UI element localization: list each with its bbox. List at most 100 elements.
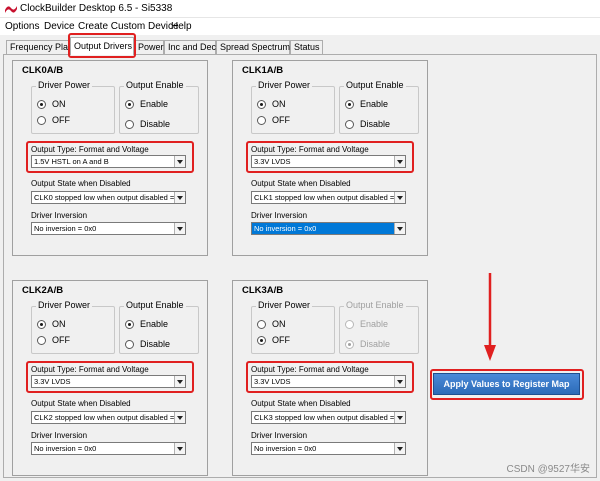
radio-icon bbox=[257, 99, 266, 109]
radio-icon bbox=[125, 339, 134, 349]
clk-panel-title: CLK1A/B bbox=[242, 65, 284, 76]
output-enable-label: Output Enable bbox=[344, 300, 406, 310]
radio-icon bbox=[37, 335, 46, 345]
app-logo-icon bbox=[5, 6, 17, 13]
driver-inversion-label: Driver Inversion bbox=[251, 431, 308, 440]
output-state-label: Output State when Disabled bbox=[251, 179, 351, 188]
clk-panel: CLK0A/B Driver Power ON OFF Output Enabl… bbox=[12, 60, 208, 256]
driver-power-group: Driver Power ON OFF bbox=[31, 80, 115, 134]
enable-radio[interactable]: Enable bbox=[125, 319, 168, 329]
radio-icon bbox=[257, 335, 266, 345]
driver-inversion-label: Driver Inversion bbox=[251, 211, 308, 220]
disable-radio[interactable]: Disable bbox=[125, 119, 170, 129]
output-state-value: CLK0 stopped low when output disabled = … bbox=[34, 193, 185, 202]
output-state-select[interactable]: CLK0 stopped low when output disabled = … bbox=[31, 191, 186, 204]
output-state-label: Output State when Disabled bbox=[31, 399, 131, 408]
driver-inversion-select[interactable]: No inversion = 0x0 bbox=[31, 222, 186, 235]
enable-label: Enable bbox=[360, 99, 389, 109]
disable-radio[interactable]: Disable bbox=[345, 119, 390, 129]
chevron-down-icon[interactable] bbox=[394, 443, 405, 454]
disable-radio[interactable]: Disable bbox=[125, 339, 170, 349]
radio-icon bbox=[125, 119, 134, 129]
radio-icon bbox=[125, 319, 134, 329]
power-off-radio[interactable]: OFF bbox=[37, 335, 70, 345]
tab-inc-and-dec[interactable]: Inc and Dec bbox=[164, 40, 216, 55]
annotation-box-output-type bbox=[26, 361, 194, 393]
power-on-label: ON bbox=[52, 99, 66, 109]
enable-radio[interactable]: Enable bbox=[125, 99, 168, 109]
enable-label: Enable bbox=[360, 319, 389, 329]
radio-icon bbox=[37, 319, 46, 329]
annotation-box-apply bbox=[430, 369, 584, 400]
enable-radio[interactable]: Enable bbox=[345, 319, 388, 329]
power-on-label: ON bbox=[52, 319, 66, 329]
power-off-radio[interactable]: OFF bbox=[257, 335, 290, 345]
tab-status[interactable]: Status bbox=[290, 40, 323, 55]
output-enable-group: Output Enable Enable Disable bbox=[339, 300, 419, 354]
menu-device[interactable]: Device bbox=[44, 21, 75, 32]
power-on-radio[interactable]: ON bbox=[257, 99, 286, 109]
power-on-radio[interactable]: ON bbox=[37, 319, 66, 329]
chevron-down-icon[interactable] bbox=[394, 223, 405, 234]
output-state-value: CLK3 stopped low when output disabled = … bbox=[254, 413, 405, 422]
tab-spread-spectrum[interactable]: Spread Spectrum bbox=[216, 40, 290, 55]
chevron-down-icon[interactable] bbox=[174, 412, 185, 423]
power-on-label: ON bbox=[272, 99, 286, 109]
output-state-value: CLK1 stopped low when output disabled = … bbox=[254, 193, 405, 202]
power-off-label: OFF bbox=[52, 115, 70, 125]
driver-inversion-select[interactable]: No inversion = 0x0 bbox=[31, 442, 186, 455]
tab-frequency-plan[interactable]: Frequency Plan bbox=[6, 40, 73, 55]
driver-inversion-select[interactable]: No inversion = 0x0 bbox=[251, 442, 406, 455]
output-state-label: Output State when Disabled bbox=[251, 399, 351, 408]
driver-inversion-label: Driver Inversion bbox=[31, 431, 88, 440]
clk-panel-title: CLK0A/B bbox=[22, 65, 64, 76]
output-enable-label: Output Enable bbox=[124, 80, 186, 90]
driver-inversion-select[interactable]: No inversion = 0x0 bbox=[251, 222, 406, 235]
menu-help[interactable]: Help bbox=[171, 21, 192, 32]
chevron-down-icon[interactable] bbox=[394, 412, 405, 423]
radio-icon bbox=[345, 119, 354, 129]
output-enable-group: Output Enable Enable Disable bbox=[119, 300, 199, 354]
driver-inversion-label: Driver Inversion bbox=[31, 211, 88, 220]
clk-panel: CLK3A/B Driver Power ON OFF Output Enabl… bbox=[232, 280, 428, 476]
clk-panel: CLK1A/B Driver Power ON OFF Output Enabl… bbox=[232, 60, 428, 256]
radio-icon bbox=[257, 115, 266, 125]
driver-power-label: Driver Power bbox=[256, 300, 313, 310]
output-state-select[interactable]: CLK2 stopped low when output disabled = … bbox=[31, 411, 186, 424]
clk-panel: CLK2A/B Driver Power ON OFF Output Enabl… bbox=[12, 280, 208, 476]
disable-label: Disable bbox=[360, 339, 391, 349]
output-state-select[interactable]: CLK1 stopped low when output disabled = … bbox=[251, 191, 406, 204]
output-state-select[interactable]: CLK3 stopped low when output disabled = … bbox=[251, 411, 406, 424]
disable-label: Disable bbox=[140, 119, 171, 129]
chevron-down-icon[interactable] bbox=[174, 223, 185, 234]
radio-icon bbox=[345, 339, 354, 349]
output-state-label: Output State when Disabled bbox=[31, 179, 131, 188]
power-off-radio[interactable]: OFF bbox=[257, 115, 290, 125]
enable-label: Enable bbox=[140, 319, 169, 329]
annotation-box-tab bbox=[68, 33, 136, 58]
driver-power-group: Driver Power ON OFF bbox=[251, 300, 335, 354]
power-on-radio[interactable]: ON bbox=[257, 319, 286, 329]
disable-label: Disable bbox=[360, 119, 391, 129]
menu-create-custom-device[interactable]: Create Custom Device bbox=[78, 21, 179, 32]
chevron-down-icon[interactable] bbox=[394, 192, 405, 203]
chevron-down-icon[interactable] bbox=[174, 443, 185, 454]
power-on-radio[interactable]: ON bbox=[37, 99, 66, 109]
power-off-radio[interactable]: OFF bbox=[37, 115, 70, 125]
output-enable-label: Output Enable bbox=[124, 300, 186, 310]
driver-power-label: Driver Power bbox=[36, 80, 93, 90]
output-enable-group: Output Enable Enable Disable bbox=[339, 80, 419, 134]
tab-power[interactable]: Power bbox=[134, 40, 164, 55]
driver-inversion-value: No inversion = 0x0 bbox=[254, 224, 317, 233]
driver-inversion-value: No inversion = 0x0 bbox=[34, 224, 97, 233]
chevron-down-icon[interactable] bbox=[174, 192, 185, 203]
radio-icon bbox=[37, 99, 46, 109]
disable-radio[interactable]: Disable bbox=[345, 339, 390, 349]
radio-icon bbox=[37, 115, 46, 125]
radio-icon bbox=[125, 99, 134, 109]
menu-options[interactable]: Options bbox=[5, 21, 39, 32]
power-off-label: OFF bbox=[272, 115, 290, 125]
radio-icon bbox=[345, 99, 354, 109]
radio-icon bbox=[345, 319, 354, 329]
enable-radio[interactable]: Enable bbox=[345, 99, 388, 109]
